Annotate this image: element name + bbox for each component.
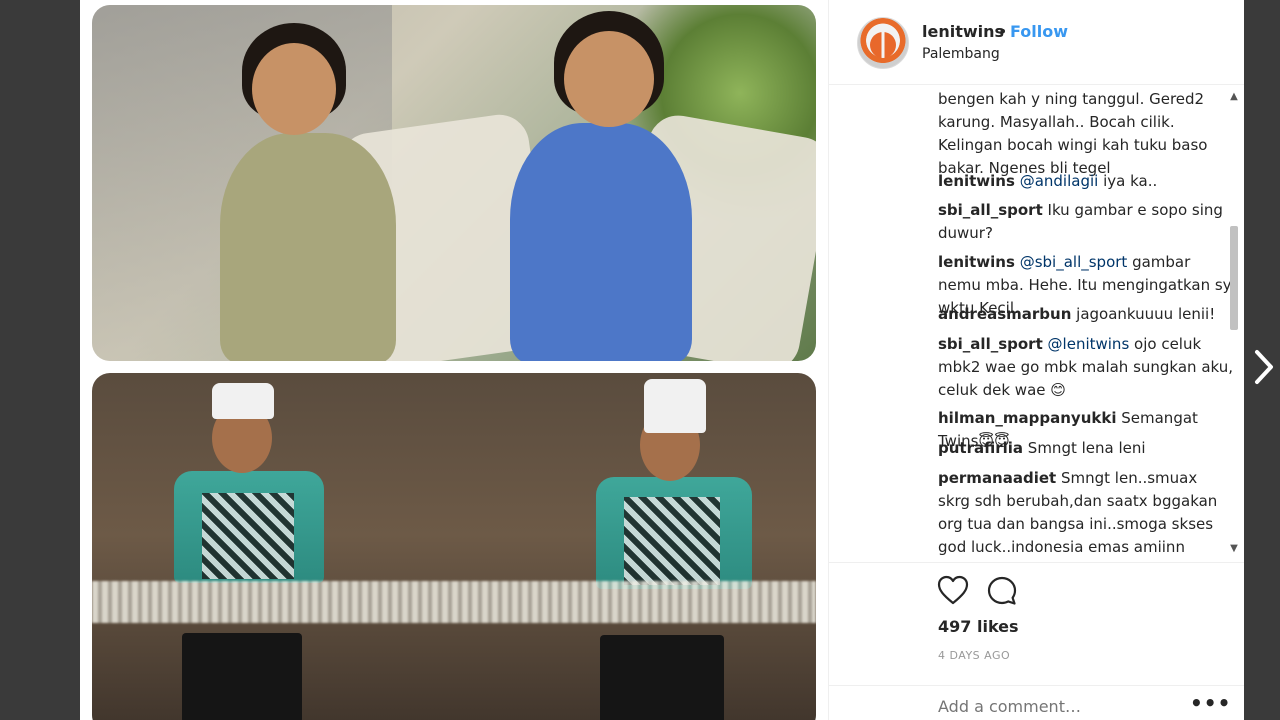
- child-left-shirt: [220, 133, 396, 361]
- player-left-shorts: [182, 633, 302, 720]
- comment-item: andreasmarbun jagoankuuuu lenii!: [938, 303, 1233, 326]
- post-sidebar: lenitwins • Follow Palembang bengen kah …: [828, 0, 1244, 720]
- comment-text: iya ka..: [1098, 172, 1158, 190]
- photo-children-carrying-sacks: [92, 5, 816, 361]
- comment-username[interactable]: andreasmarbun: [938, 305, 1071, 323]
- comment-item: permanaadiet Smngt len..smuax skrg sdh b…: [938, 467, 1233, 559]
- comment-item: bengen kah y ning tanggul. Gered2 karung…: [938, 88, 1233, 180]
- comment-scrollbar[interactable]: ▲ ▼: [1227, 90, 1241, 556]
- comment-username[interactable]: lenitwins: [938, 253, 1015, 271]
- follow-button[interactable]: Follow: [1010, 22, 1068, 41]
- scroll-thumb[interactable]: [1230, 226, 1238, 330]
- comment-text: bengen kah y ning tanggul. Gered2 karung…: [938, 90, 1208, 177]
- comment-username[interactable]: sbi_all_sport: [938, 201, 1043, 219]
- comment-mention[interactable]: @lenitwins: [1048, 335, 1130, 353]
- comment-item: sbi_all_sport @lenitwins ojo celuk mbk2 …: [938, 333, 1233, 402]
- child-left-face: [252, 43, 336, 135]
- child-right-face: [564, 31, 654, 127]
- like-count[interactable]: 497 likes: [938, 617, 1019, 636]
- header-separator: •: [998, 22, 1008, 41]
- player-right-headband: [644, 379, 706, 433]
- comment-text: Smngt lena leni: [1023, 439, 1146, 457]
- post-header: lenitwins • Follow Palembang: [829, 0, 1244, 85]
- player-right-shorts: [600, 635, 724, 720]
- player-right-pattern: [624, 497, 720, 585]
- player-left-headband: [212, 383, 274, 419]
- comment-item: putrafirlia Smngt lena leni: [938, 437, 1233, 460]
- post-username[interactable]: lenitwins: [922, 22, 1004, 41]
- post-location[interactable]: Palembang: [922, 46, 1000, 62]
- comment-mention[interactable]: @andilagii: [1020, 172, 1099, 190]
- post-modal: lenitwins • Follow Palembang bengen kah …: [80, 0, 1244, 720]
- post-timestamp[interactable]: 4 DAYS AGO: [938, 649, 1010, 662]
- photo-badminton-players: [92, 373, 816, 720]
- comment-icon[interactable]: [986, 575, 1018, 611]
- add-comment-input[interactable]: [938, 697, 1178, 716]
- avatar[interactable]: [857, 17, 909, 69]
- scroll-down-button[interactable]: ▼: [1227, 542, 1241, 556]
- comment-item: lenitwins @andilagii iya ka..: [938, 170, 1233, 193]
- comment-username[interactable]: permanaadiet: [938, 469, 1056, 487]
- heart-icon[interactable]: [937, 575, 969, 609]
- composer-divider: [829, 685, 1244, 686]
- comment-text: jagoankuuuu lenii!: [1071, 305, 1216, 323]
- comment-username[interactable]: putrafirlia: [938, 439, 1023, 457]
- comment-mention[interactable]: @sbi_all_sport: [1020, 253, 1128, 271]
- comment-username[interactable]: lenitwins: [938, 172, 1015, 190]
- comment-item: sbi_all_sport Iku gambar e sopo sing duw…: [938, 199, 1233, 245]
- comment-list[interactable]: bengen kah y ning tanggul. Gered2 karung…: [829, 84, 1244, 562]
- post-actions: 497 likes 4 DAYS AGO •••: [829, 562, 1244, 720]
- player-left-pattern: [202, 493, 294, 579]
- next-arrow-icon[interactable]: [1252, 347, 1276, 387]
- comment-username[interactable]: hilman_mappanyukki: [938, 409, 1116, 427]
- more-options-icon[interactable]: •••: [1190, 691, 1231, 715]
- child-right-shirt: [510, 123, 692, 361]
- badminton-net: [92, 581, 816, 623]
- scroll-up-button[interactable]: ▲: [1227, 90, 1241, 104]
- comment-username[interactable]: sbi_all_sport: [938, 335, 1043, 353]
- post-media[interactable]: [80, 0, 828, 720]
